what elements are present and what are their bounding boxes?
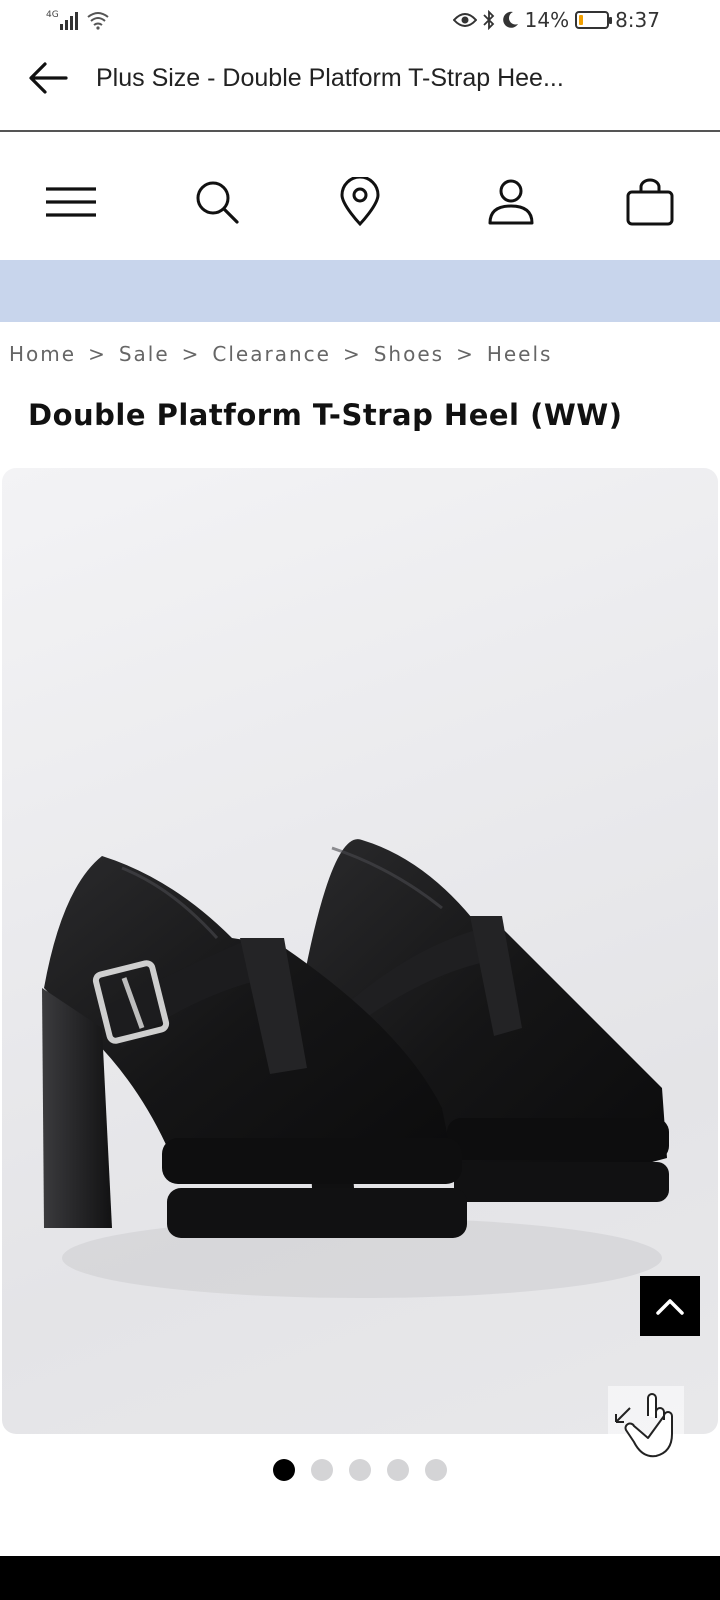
wifi-icon — [87, 12, 109, 30]
breadcrumb-separator: > — [181, 342, 201, 366]
search-icon — [196, 181, 239, 224]
pinch-zoom-icon — [615, 1393, 673, 1458]
chevron-up-icon — [656, 1299, 684, 1315]
bluetooth-icon — [482, 10, 494, 30]
carousel-dot[interactable] — [311, 1459, 333, 1481]
site-nav — [0, 134, 720, 260]
battery-icon — [575, 11, 613, 29]
status-right: 14% 8:37 — [452, 8, 660, 32]
signal-area: 4G — [46, 10, 110, 30]
carousel-indicators — [0, 1459, 720, 1481]
promo-banner[interactable] — [0, 260, 720, 322]
breadcrumb-home[interactable]: Home — [9, 342, 76, 366]
back-button[interactable] — [26, 56, 70, 100]
breadcrumb-separator: > — [342, 342, 362, 366]
back-to-top-button[interactable] — [640, 1276, 700, 1336]
menu-button[interactable] — [43, 174, 99, 230]
breadcrumb-separator: > — [88, 342, 107, 366]
account-button[interactable] — [483, 174, 539, 230]
location-pin-icon — [340, 177, 380, 227]
app-header: Plus Size - Double Platform T-Strap Hee.… — [0, 44, 720, 132]
status-bar: 4G 14% 8:37 — [0, 0, 720, 44]
moon-icon — [502, 11, 518, 28]
breadcrumb: Home > Sale > Clearance > Shoes > Heels — [9, 342, 552, 366]
carousel-dot[interactable] — [273, 1459, 295, 1481]
search-button[interactable] — [189, 174, 245, 230]
arrow-left-icon — [29, 62, 68, 94]
breadcrumb-heels[interactable]: Heels — [487, 342, 553, 366]
product-image-gallery[interactable] — [2, 468, 718, 1434]
bag-button[interactable] — [622, 174, 678, 230]
breadcrumb-sale[interactable]: Sale — [119, 342, 170, 366]
breadcrumb-shoes[interactable]: Shoes — [374, 342, 444, 366]
product-title: Double Platform T-Strap Heel (WW) — [28, 398, 623, 432]
clock: 8:37 — [615, 8, 660, 32]
network-type: 4G — [46, 10, 59, 20]
bag-icon — [626, 178, 674, 226]
zoom-button[interactable] — [608, 1386, 684, 1462]
system-navigation-bar — [0, 1556, 720, 1600]
eye-icon — [452, 13, 477, 27]
account-icon — [488, 179, 534, 225]
carousel-dot[interactable] — [387, 1459, 409, 1481]
product-image — [42, 839, 669, 1298]
carousel-dot[interactable] — [425, 1459, 447, 1481]
breadcrumb-clearance[interactable]: Clearance — [212, 342, 331, 366]
page-title: Plus Size - Double Platform T-Strap Hee.… — [96, 64, 564, 92]
signal-icon — [60, 12, 78, 30]
carousel-dot[interactable] — [349, 1459, 371, 1481]
breadcrumb-separator: > — [456, 342, 475, 366]
battery-percent: 14% — [524, 8, 570, 32]
store-locator-button[interactable] — [332, 174, 388, 230]
menu-icon — [46, 187, 96, 217]
